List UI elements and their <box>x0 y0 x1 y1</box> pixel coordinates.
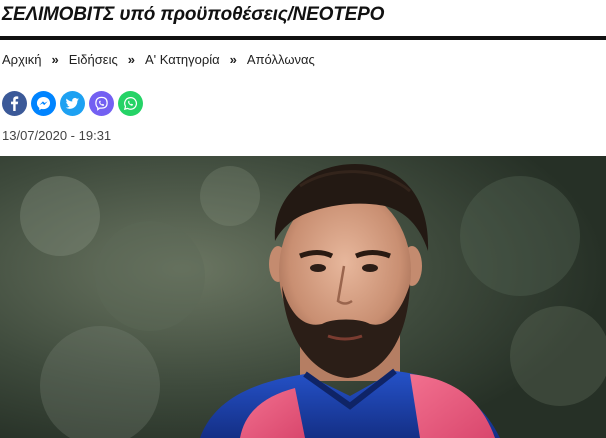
breadcrumb-home-link[interactable]: Αρχική <box>2 52 42 67</box>
whatsapp-share-button[interactable] <box>118 91 143 116</box>
whatsapp-icon <box>123 96 138 110</box>
article-headline: ΣΕΛΙΜΟΒΙΤΣ υπό προϋποθέσεις/ΝΕΟΤΕΡΟ <box>2 4 385 25</box>
messenger-icon <box>36 96 51 111</box>
share-buttons <box>2 91 143 116</box>
facebook-icon <box>11 96 19 111</box>
messenger-share-button[interactable] <box>31 91 56 116</box>
viber-icon <box>95 96 108 111</box>
breadcrumb-team-link[interactable]: Απόλλωνας <box>247 52 315 67</box>
viber-share-button[interactable] <box>89 91 114 116</box>
breadcrumb-news-link[interactable]: Ειδήσεις <box>69 52 118 67</box>
breadcrumb: Αρχική » Ειδήσεις » Α' Κατηγορία » Απόλλ… <box>2 52 315 67</box>
breadcrumb-separator: » <box>229 52 237 67</box>
twitter-icon <box>65 97 80 109</box>
player-portrait-image <box>0 156 606 438</box>
article-date: 13/07/2020 - 19:31 <box>2 128 112 143</box>
breadcrumb-separator: » <box>51 52 59 67</box>
article-photo <box>0 156 606 438</box>
breadcrumb-separator: » <box>127 52 135 67</box>
facebook-share-button[interactable] <box>2 91 27 116</box>
twitter-share-button[interactable] <box>60 91 85 116</box>
breadcrumb-category-link[interactable]: Α' Κατηγορία <box>145 52 220 67</box>
headline-divider <box>0 36 606 40</box>
